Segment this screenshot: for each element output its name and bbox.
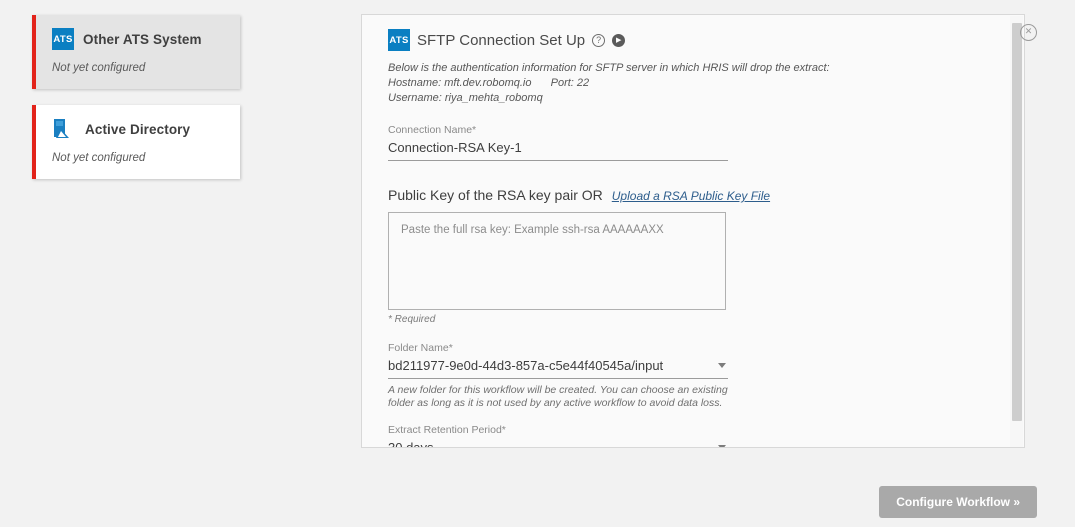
configure-workflow-button[interactable]: Configure Workflow » [879, 486, 1037, 518]
public-key-header: Public Key of the RSA key pair OR Upload… [388, 187, 1000, 203]
dialog-scrollbar-thumb[interactable] [1012, 23, 1022, 421]
username-value: riya_mehta_robomq [444, 92, 543, 104]
auth-information: Below is the authentication information … [388, 61, 1000, 106]
retention-period-label: Extract Retention Period* [388, 424, 506, 436]
sftp-connection-dialog: ATS SFTP Connection Set Up ? ▶ Below is … [361, 14, 1025, 448]
public-key-label: Public Key of the RSA key pair OR [388, 187, 603, 203]
connector-card-active-directory[interactable]: Active Directory Not yet configured [32, 105, 240, 179]
help-icon[interactable]: ? [592, 33, 606, 47]
connector-card-header: ATS Other ATS System [52, 27, 226, 51]
connection-name-field: Connection Name* Connection-RSA Key-1 [388, 124, 1000, 161]
ats-icon: ATS [52, 28, 74, 50]
connector-card-header: Active Directory [52, 117, 226, 141]
folder-name-helper: A new folder for this workflow will be c… [388, 384, 728, 409]
folder-name-select[interactable]: bd211977-9e0d-44d3-857a-c5e44f40545a/inp… [388, 356, 728, 379]
play-video-icon[interactable]: ▶ [612, 33, 626, 47]
port-value: 22 [576, 77, 590, 89]
active-directory-icon [52, 118, 76, 140]
hostname-label: Hostname: [388, 77, 442, 89]
dialog-body: ATS SFTP Connection Set Up ? ▶ Below is … [362, 15, 1024, 447]
required-note: * Required [388, 314, 436, 325]
dialog-title-row: ATS SFTP Connection Set Up ? ▶ [388, 29, 1000, 51]
retention-period-select[interactable]: 30 days [388, 438, 728, 448]
connector-card-title: Active Directory [85, 121, 191, 137]
connector-card-status: Not yet configured [52, 152, 146, 164]
connector-card-title: Other ATS System [83, 31, 202, 47]
folder-name-field: Folder Name* bd211977-9e0d-44d3-857a-c5e… [388, 342, 1000, 410]
upload-rsa-public-key-link[interactable]: Upload a RSA Public Key File [612, 189, 770, 203]
chevron-down-icon [718, 363, 726, 368]
port-label: Port: [550, 77, 574, 89]
connector-card-list: ATS Other ATS System Not yet configured … [32, 15, 240, 195]
auth-username-line: Username: riya_mehta_robomq [388, 91, 1000, 106]
connector-card-other-ats[interactable]: ATS Other ATS System Not yet configured [32, 15, 240, 89]
connection-name-label: Connection Name* [388, 124, 477, 136]
rsa-key-textarea[interactable]: Paste the full rsa key: Example ssh-rsa … [388, 212, 726, 310]
folder-name-value: bd211977-9e0d-44d3-857a-c5e44f40545a/inp… [388, 358, 664, 373]
folder-name-label: Folder Name* [388, 342, 453, 354]
hostname-value: mft.dev.robomq.io [444, 77, 532, 89]
auth-intro-text: Below is the authentication information … [388, 62, 830, 74]
auth-host-line: Hostname: mft.dev.robomq.io Port: 22 [388, 76, 1000, 91]
close-icon[interactable]: ✕ [1020, 24, 1037, 41]
dialog-title: SFTP Connection Set Up [417, 31, 586, 49]
connector-card-status: Not yet configured [52, 62, 146, 74]
connection-name-input[interactable]: Connection-RSA Key-1 [388, 138, 728, 161]
chevron-down-icon [718, 445, 726, 447]
username-label: Username: [388, 92, 442, 104]
ats-icon: ATS [388, 29, 410, 51]
retention-period-field: Extract Retention Period* 30 days Please… [388, 424, 1000, 448]
retention-period-value: 30 days [388, 440, 434, 448]
